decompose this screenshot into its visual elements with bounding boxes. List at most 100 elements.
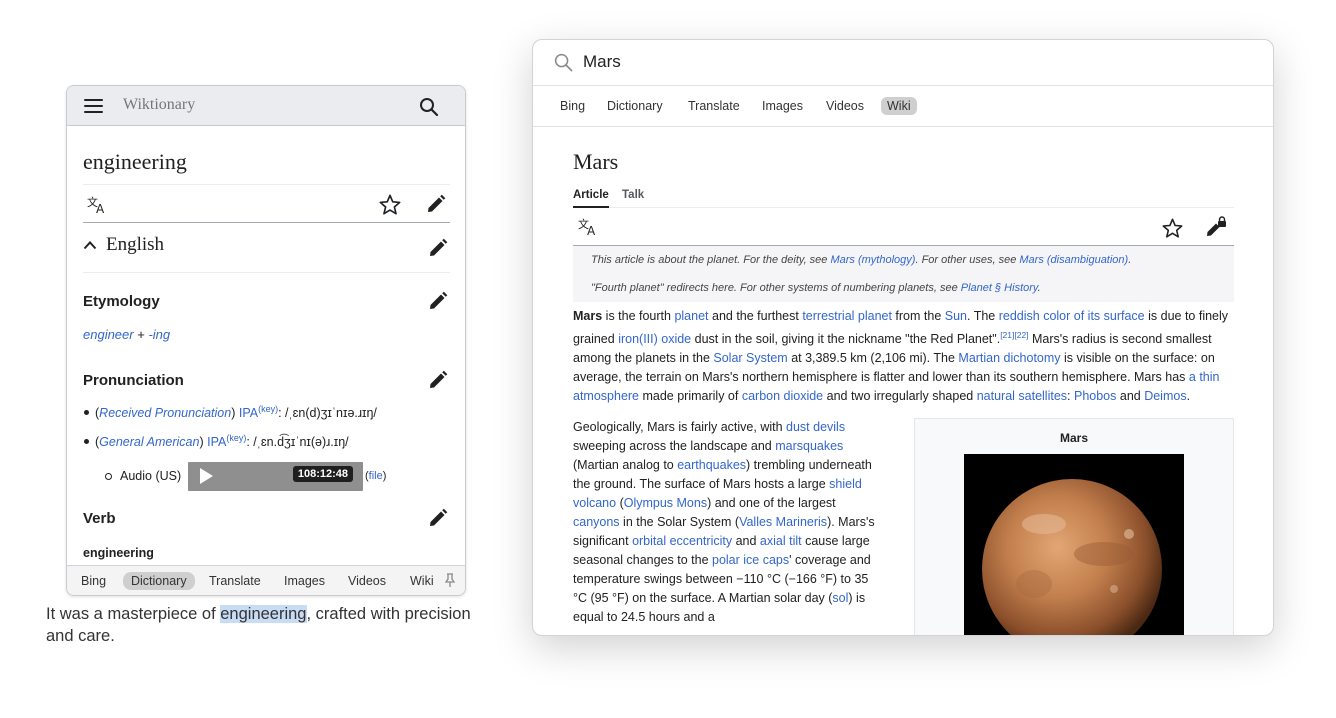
tab-images[interactable]: Images xyxy=(276,572,333,590)
edit-icon[interactable] xyxy=(426,194,446,214)
edit-icon[interactable] xyxy=(428,508,448,528)
article-link[interactable]: earthquakes xyxy=(677,458,746,472)
translate-icon[interactable]: 文 A xyxy=(87,195,109,215)
hatnote-link[interactable]: Mars (disambiguation) xyxy=(1019,254,1128,266)
pin-icon[interactable] xyxy=(444,573,456,588)
etymology-link[interactable]: engineer xyxy=(83,327,134,342)
tab-wiki[interactable]: Wiki xyxy=(881,97,917,115)
tab-translate[interactable]: Translate xyxy=(682,97,746,115)
source-sentence: It was a masterpiece of engineering, cra… xyxy=(46,603,496,647)
mars-image[interactable] xyxy=(964,454,1184,635)
article-link[interactable]: Solar System xyxy=(713,351,787,365)
ipa-text: : /ˌɛn.d͡ʒɪˈnɪ(ə)ɹ.ɪŋ/ xyxy=(246,435,349,450)
article-link[interactable]: sol xyxy=(832,591,848,605)
search-icon xyxy=(554,53,573,72)
file-link[interactable]: file xyxy=(369,470,383,482)
ipa-link[interactable]: IPA xyxy=(207,435,226,449)
article-link[interactable]: orbital eccentricity xyxy=(632,534,732,548)
text: is the fourth xyxy=(602,309,675,323)
ipa-link[interactable]: IPA xyxy=(239,406,258,420)
hatnote-link[interactable]: Mars (mythology) xyxy=(830,254,915,266)
paren: ) xyxy=(231,406,239,421)
search-icon[interactable] xyxy=(419,97,439,117)
etymology-link[interactable]: -ing xyxy=(148,327,170,342)
tab-images[interactable]: Images xyxy=(756,97,809,115)
tab-videos[interactable]: Videos xyxy=(820,97,870,115)
tab-bing[interactable]: Bing xyxy=(554,97,591,115)
tab-dictionary[interactable]: Dictionary xyxy=(601,97,669,115)
article-link[interactable]: natural satellites xyxy=(977,389,1067,403)
list-item: (General American) IPA(key): /ˌɛn.d͡ʒɪˈn… xyxy=(83,433,450,462)
article-link[interactable]: terrestrial planet xyxy=(802,309,892,323)
article-link[interactable]: iron(III) oxide xyxy=(618,332,691,346)
text: dust in the soil, giving it the nickname… xyxy=(691,332,1001,347)
chevron-up-icon[interactable] xyxy=(83,240,97,250)
lead-paragraph: Mars is the fourth planet and the furthe… xyxy=(573,307,1234,406)
tab-videos[interactable]: Videos xyxy=(340,572,394,590)
article-link[interactable]: Phobos xyxy=(1074,389,1116,403)
hatnote: This article is about the planet. For th… xyxy=(573,246,1234,302)
article-link[interactable]: polar ice caps xyxy=(712,553,789,567)
selected-word[interactable]: engineering xyxy=(220,605,307,623)
key-link[interactable]: (key) xyxy=(258,404,278,414)
article-link[interactable]: carbon dioxide xyxy=(742,389,823,403)
ipa-text: : /ˌɛn(d)ʒɪˈnɪə.ɹɪŋ/ xyxy=(278,406,377,421)
tab-translate[interactable]: Translate xyxy=(201,572,269,590)
search-input[interactable]: Mars xyxy=(583,52,621,72)
language-section-header[interactable]: English xyxy=(83,223,450,273)
edit-icon[interactable] xyxy=(428,370,448,390)
text: . xyxy=(1186,389,1191,404)
etymology-plus: + xyxy=(133,327,149,342)
infobox-title: Mars xyxy=(1059,431,1088,446)
reference-link[interactable]: [21][22] xyxy=(1000,330,1028,340)
list-item: (Received Pronunciation) IPA(key): /ˌɛn(… xyxy=(83,404,450,433)
verb-headword: engineering xyxy=(83,546,154,560)
article-link[interactable]: Martian dichotomy xyxy=(958,351,1060,365)
article-link[interactable]: Sun xyxy=(945,309,967,323)
tab-bing[interactable]: Bing xyxy=(73,572,114,590)
article-link[interactable]: dust devils xyxy=(786,420,845,434)
article-link[interactable]: Olympus Mons xyxy=(624,496,707,510)
page-toolbar: 文 A xyxy=(83,185,450,223)
accent-link[interactable]: Received Pronunciation xyxy=(99,406,231,420)
locked-edit-icon[interactable] xyxy=(1205,216,1227,238)
article-link[interactable]: marsquakes xyxy=(775,439,843,453)
play-icon[interactable] xyxy=(200,468,213,484)
text: (Martian analog to xyxy=(573,458,678,473)
key-link[interactable]: (key) xyxy=(226,433,246,443)
tab-article[interactable]: Article xyxy=(573,189,609,208)
hatnote-link[interactable]: Planet § History xyxy=(961,282,1038,294)
site-title[interactable]: Wiktionary xyxy=(123,96,195,114)
translate-icon[interactable]: 文 A xyxy=(578,217,600,237)
audio-item: Audio (US) 108:12:48 (file) xyxy=(83,462,450,502)
menu-icon[interactable] xyxy=(84,99,103,113)
audio-player[interactable]: 108:12:48 xyxy=(188,462,363,491)
verb-heading: Verb xyxy=(83,510,116,527)
page-title: engineering xyxy=(83,149,450,185)
edit-icon[interactable] xyxy=(428,238,448,258)
article-link[interactable]: Valles Marineris xyxy=(739,515,827,529)
star-icon[interactable] xyxy=(1162,218,1183,238)
star-icon[interactable] xyxy=(379,194,401,215)
text: ( xyxy=(616,496,624,511)
article-link[interactable]: planet xyxy=(674,309,708,323)
article-link[interactable]: canyons xyxy=(573,515,620,529)
edit-icon[interactable] xyxy=(428,291,448,311)
etymology-heading: Etymology xyxy=(83,293,160,310)
search-bar[interactable]: Mars xyxy=(533,40,1273,86)
popup-tab-bar: Bing Dictionary Translate Images Videos … xyxy=(67,565,465,595)
article-link[interactable]: axial tilt xyxy=(760,534,802,548)
hatnote-line: This article is about the planet. For th… xyxy=(591,246,1216,274)
tab-wiki[interactable]: Wiki xyxy=(402,572,442,590)
article-link[interactable]: reddish color of its surface xyxy=(999,309,1145,323)
pronunciation-heading: Pronunciation xyxy=(83,372,184,389)
text: . The xyxy=(967,309,999,323)
planet-graphic xyxy=(982,479,1162,635)
second-section: Geologically, Mars is fairly active, wit… xyxy=(573,418,1234,635)
article-link[interactable]: Deimos xyxy=(1144,389,1186,403)
body-paragraph: Geologically, Mars is fairly active, wit… xyxy=(573,418,881,627)
tab-talk[interactable]: Talk xyxy=(622,189,644,201)
hatnote-text: . For other uses, see xyxy=(915,254,1020,266)
tab-dictionary[interactable]: Dictionary xyxy=(123,572,195,590)
accent-link[interactable]: General American xyxy=(99,435,199,449)
